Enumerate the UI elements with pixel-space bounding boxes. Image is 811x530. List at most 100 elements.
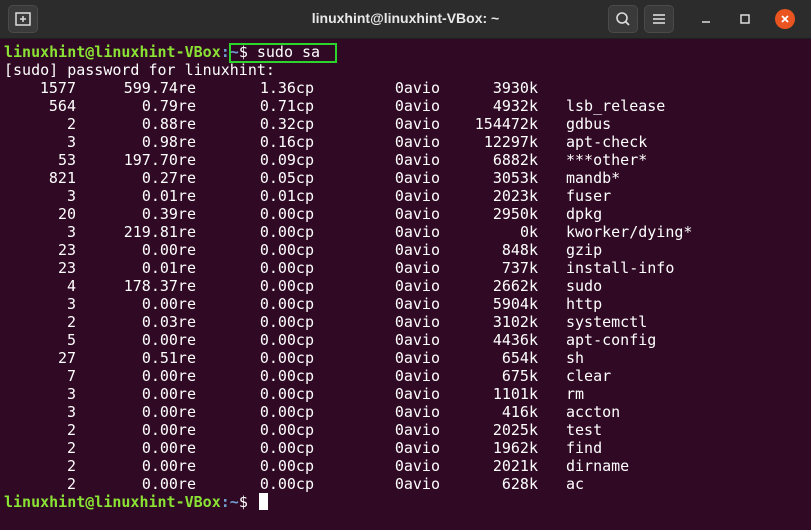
command-name: ac <box>566 475 585 493</box>
avg-io: 0avio <box>394 97 440 115</box>
calls-count: 3 <box>66 133 76 151</box>
command-line: linuxhint@linuxhint-VBox:~$ sudo sa <box>4 43 811 63</box>
terminal-output[interactable]: linuxhint@linuxhint-VBox:~$ sudo sa [sud… <box>0 39 811 530</box>
memory-usage: 1962k <box>492 439 538 457</box>
command-name: dirname <box>566 457 630 475</box>
command-name: lsb_release <box>566 97 666 115</box>
avg-io: 0avio <box>394 421 440 439</box>
avg-io: 0avio <box>394 115 440 133</box>
sa-table-row: 3 0.00re 0.00cp 0avio 416k accton <box>4 403 811 421</box>
real-time: 0.00re <box>141 421 196 439</box>
real-time: 178.37re <box>123 277 196 295</box>
calls-count: 1577 <box>39 79 76 97</box>
maximize-button[interactable] <box>735 9 755 29</box>
sudo-password-prompt: [sudo] password for linuxhint: <box>4 61 275 79</box>
search-icon <box>616 12 630 26</box>
sa-table-row: 7 0.00re 0.00cp 0avio 675k clear <box>4 367 811 385</box>
memory-usage: 154472k <box>474 115 538 133</box>
calls-count: 23 <box>57 241 76 259</box>
memory-usage: 4436k <box>492 331 538 349</box>
memory-usage: 2021k <box>492 457 538 475</box>
avg-io: 0avio <box>394 331 440 349</box>
cpu-time: 0.00cp <box>259 277 314 295</box>
memory-usage: 3930k <box>492 79 538 97</box>
sa-table-row: 3 0.98re 0.16cp 0avio 12297k apt-check <box>4 133 811 151</box>
calls-count: 3 <box>66 187 76 205</box>
avg-io: 0avio <box>394 277 440 295</box>
avg-io: 0avio <box>394 169 440 187</box>
cpu-time: 0.16cp <box>259 133 314 151</box>
memory-usage: 737k <box>501 259 538 277</box>
sa-table-row: 27 0.51re 0.00cp 0avio 654k sh <box>4 349 811 367</box>
command-name: accton <box>566 403 621 421</box>
avg-io: 0avio <box>394 241 440 259</box>
sa-table-row: 5 0.00re 0.00cp 0avio 4436k apt-config <box>4 331 811 349</box>
command-name: test <box>566 421 603 439</box>
real-time: 0.51re <box>141 349 196 367</box>
avg-io: 0avio <box>394 151 440 169</box>
real-time: 0.00re <box>141 403 196 421</box>
calls-count: 821 <box>48 169 76 187</box>
window-title: linuxhint@linuxhint-VBox: ~ <box>311 10 500 26</box>
calls-count: 7 <box>66 367 76 385</box>
search-button[interactable] <box>608 5 638 33</box>
memory-usage: 2025k <box>492 421 538 439</box>
avg-io: 0avio <box>394 295 440 313</box>
real-time: 0.01re <box>141 259 196 277</box>
calls-count: 5 <box>66 331 76 349</box>
minimize-button[interactable] <box>696 9 716 29</box>
sa-table-row: 2 0.00re 0.00cp 0avio 628k ac <box>4 475 811 493</box>
memory-usage: 2023k <box>492 187 538 205</box>
sa-table-row: 564 0.79re 0.71cp 0avio 4932k lsb_release <box>4 97 811 115</box>
memory-usage: 6882k <box>492 151 538 169</box>
command-name: dpkg <box>566 205 603 223</box>
real-time: 0.39re <box>141 205 196 223</box>
sa-table-row: 1577 599.74re 1.36cp 0avio 3930k <box>4 79 811 97</box>
sa-table-row: 2 0.88re 0.32cp 0avio 154472k gdbus <box>4 115 811 133</box>
command-name: gzip <box>566 241 603 259</box>
avg-io: 0avio <box>394 223 440 241</box>
sa-table-row: 2 0.00re 0.00cp 0avio 2021k dirname <box>4 457 811 475</box>
real-time: 0.00re <box>141 385 196 403</box>
command-name: gdbus <box>566 115 612 133</box>
calls-count: 4 <box>66 277 76 295</box>
memory-usage: 848k <box>501 241 538 259</box>
close-button[interactable] <box>775 9 795 29</box>
prompt-user-host: linuxhint@linuxhint-VBox <box>4 493 221 511</box>
sa-table-row: 3 219.81re 0.00cp 0avio 0k kworker/dying* <box>4 223 811 241</box>
command-name: find <box>566 439 603 457</box>
command-name: ***other* <box>566 151 648 169</box>
terminal-window: linuxhint@linuxhint-VBox: ~ linuxhint@li… <box>0 0 811 530</box>
sa-table-row: 3 0.00re 0.00cp 0avio 5904k http <box>4 295 811 313</box>
calls-count: 2 <box>66 313 76 331</box>
sa-table-row: 20 0.39re 0.00cp 0avio 2950k dpkg <box>4 205 811 223</box>
cpu-time: 0.00cp <box>259 349 314 367</box>
calls-count: 3 <box>66 403 76 421</box>
real-time: 0.98re <box>141 133 196 151</box>
memory-usage: 2950k <box>492 205 538 223</box>
memory-usage: 628k <box>501 475 538 493</box>
calls-count: 2 <box>66 115 76 133</box>
real-time: 0.00re <box>141 331 196 349</box>
calls-count: 23 <box>57 259 76 277</box>
real-time: 599.74re <box>123 79 196 97</box>
real-time: 0.00re <box>141 439 196 457</box>
cpu-time: 0.00cp <box>259 385 314 403</box>
cpu-time: 0.00cp <box>259 439 314 457</box>
calls-count: 564 <box>48 97 76 115</box>
command-name: rm <box>566 385 585 403</box>
calls-count: 3 <box>66 385 76 403</box>
avg-io: 0avio <box>394 349 440 367</box>
avg-io: 0avio <box>394 475 440 493</box>
real-time: 0.27re <box>141 169 196 187</box>
sa-table-row: 53 197.70re 0.09cp 0avio 6882k ***other* <box>4 151 811 169</box>
avg-io: 0avio <box>394 385 440 403</box>
memory-usage: 5904k <box>492 295 538 313</box>
command-name: sudo <box>566 277 603 295</box>
calls-count: 27 <box>57 349 76 367</box>
sa-table-row: 23 0.01re 0.00cp 0avio 737k install-info <box>4 259 811 277</box>
current-prompt-line[interactable]: linuxhint@linuxhint-VBox:~$ <box>4 493 811 511</box>
cpu-time: 0.00cp <box>259 403 314 421</box>
menu-button[interactable] <box>644 5 674 33</box>
cpu-time: 0.32cp <box>259 115 314 133</box>
